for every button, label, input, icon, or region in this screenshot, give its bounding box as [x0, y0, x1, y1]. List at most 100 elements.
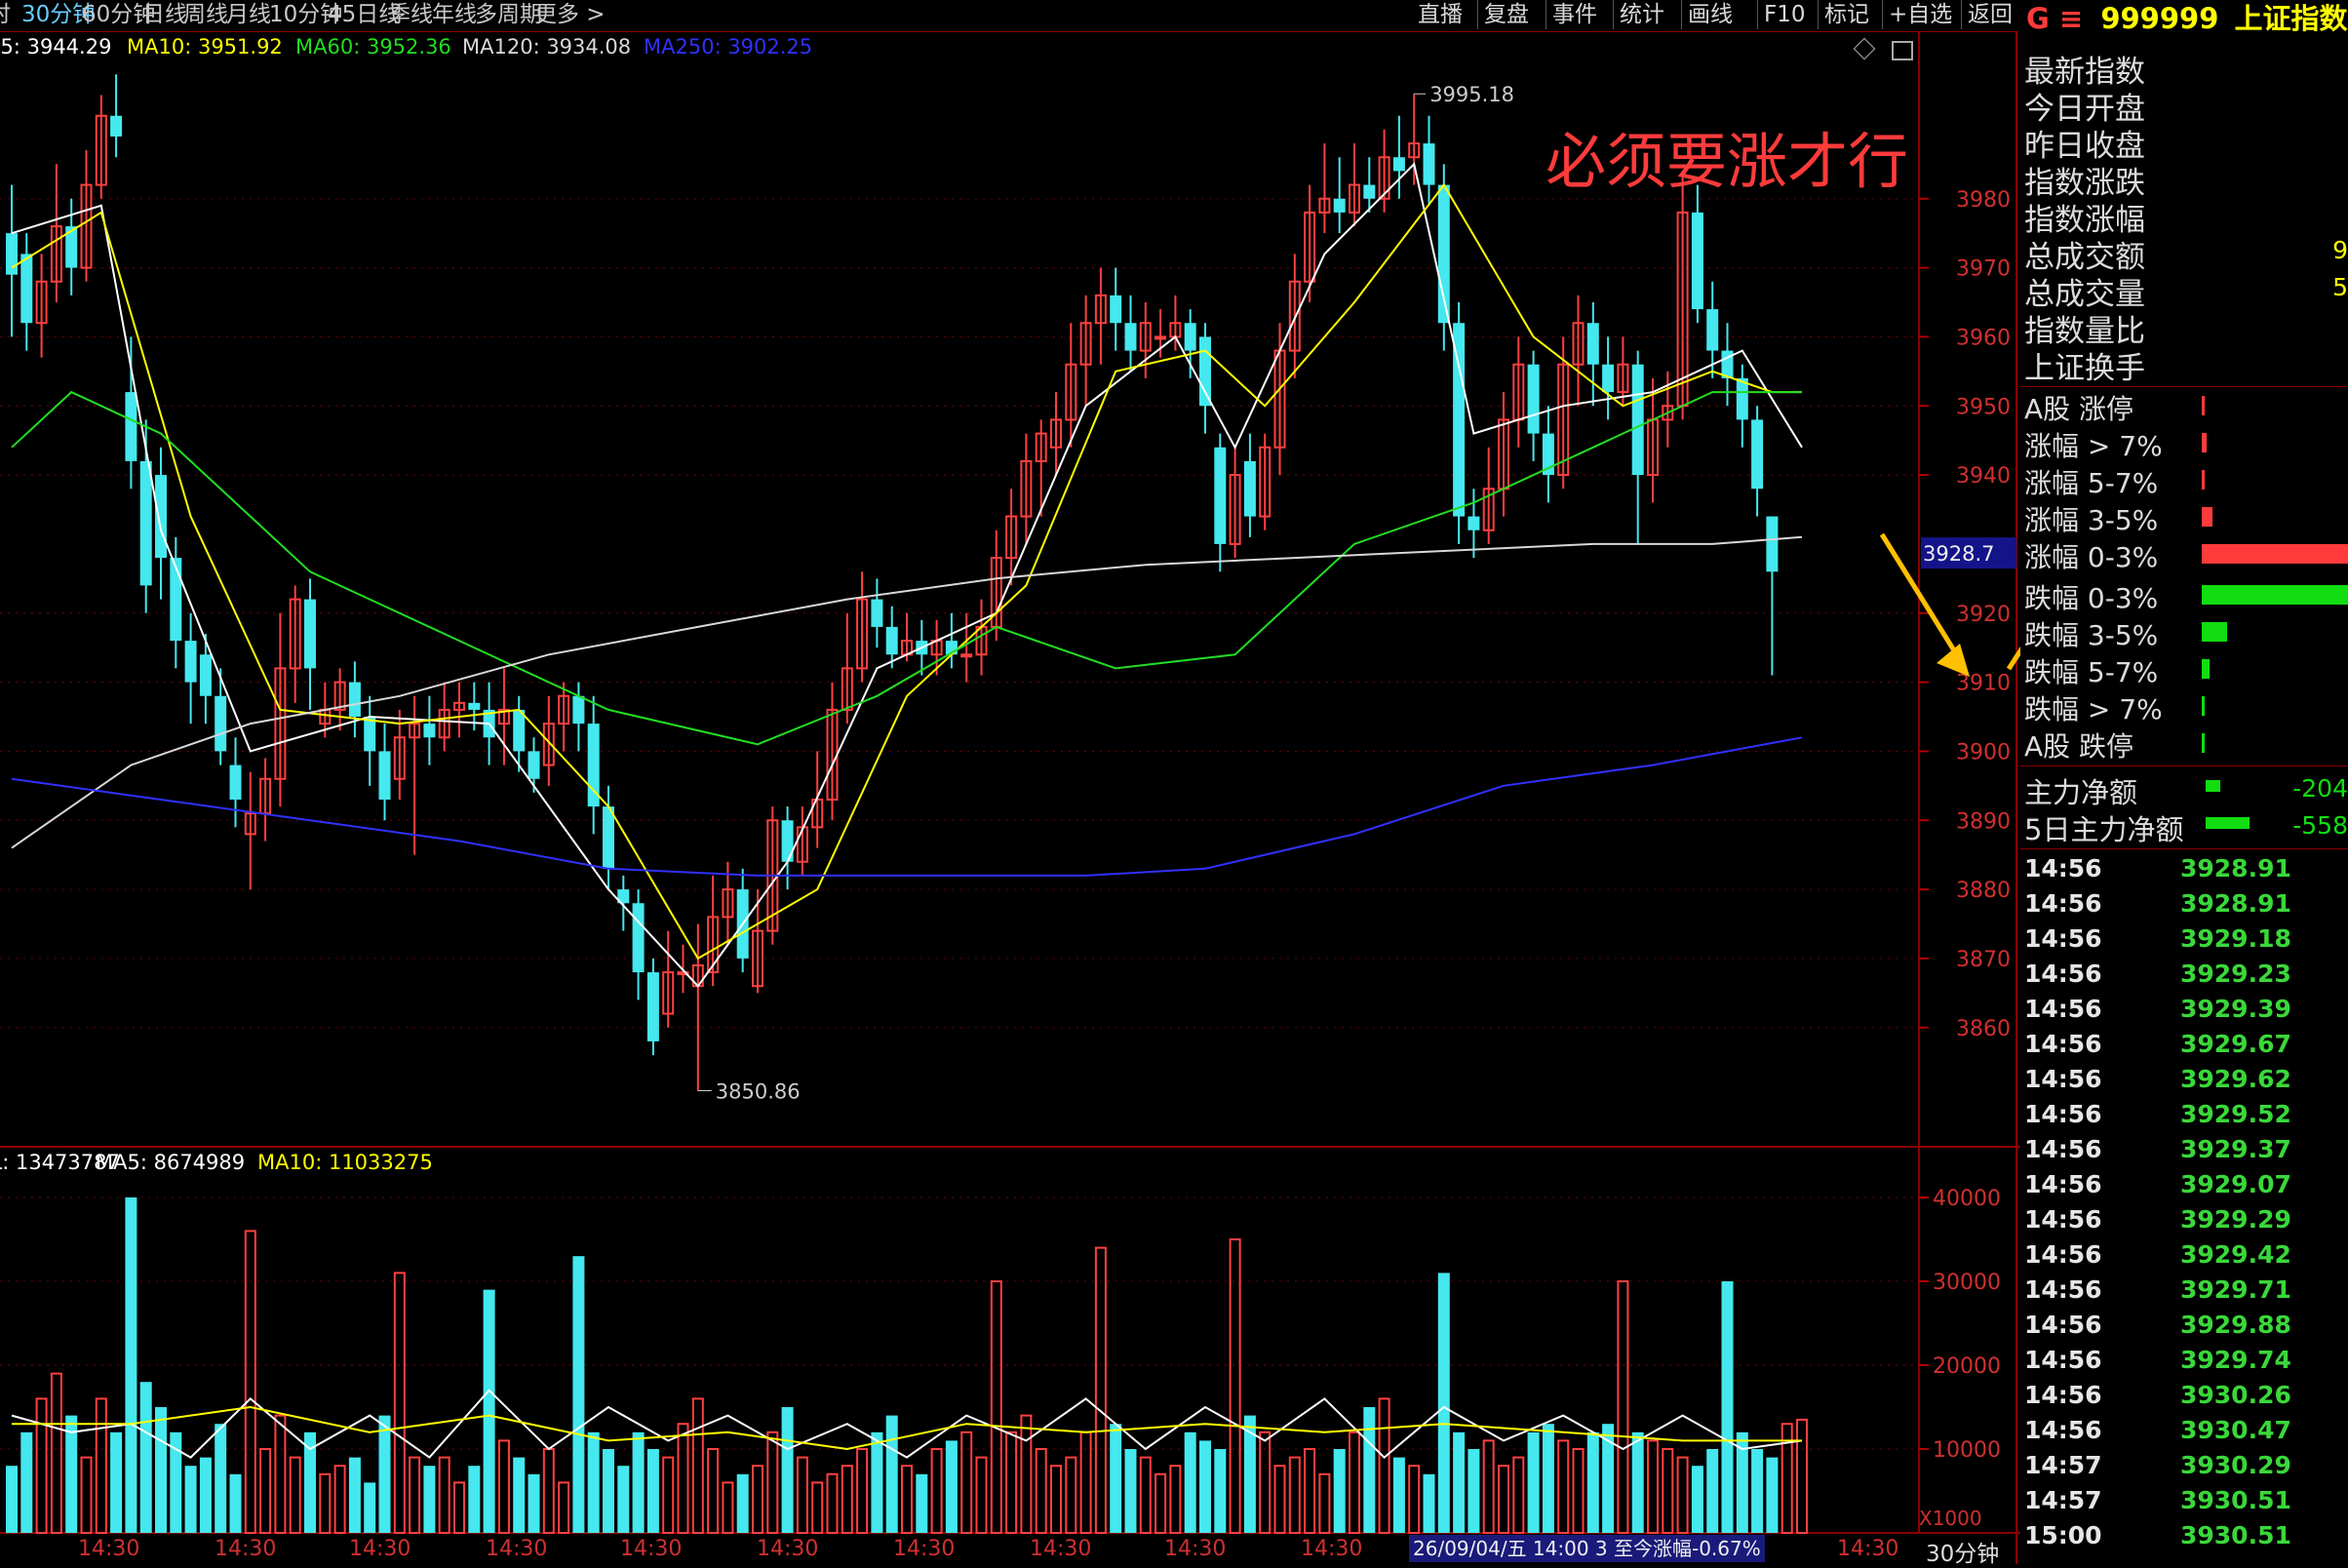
- price-chart[interactable]: 3860 3870 3880 3890 3900 3910 3920 3940 3950 3960…: [0, 0, 2020, 1564]
- dist-row-label: 涨幅 0-3%: [2024, 541, 2159, 573]
- volume-bar: [1139, 1456, 1152, 1534]
- candle-body: [364, 717, 376, 752]
- volume-bar: [95, 1397, 107, 1535]
- tick-price: 3929.74: [2180, 1346, 2291, 1374]
- volume-bar: [916, 1473, 928, 1533]
- volume-bar: [975, 1456, 988, 1534]
- divider: [2020, 765, 2348, 766]
- candle-body: [423, 724, 436, 738]
- volume-bar: [274, 1414, 287, 1534]
- volume-bar: [244, 1230, 256, 1535]
- tick-time: 14:56: [2024, 995, 2102, 1023]
- candle-body: [184, 641, 197, 683]
- tick-time: 14:56: [2024, 1346, 2102, 1374]
- volume-bar: [603, 1449, 614, 1533]
- y-tick-label: 3900: [1956, 740, 2011, 764]
- volume-bar: [558, 1481, 570, 1535]
- x-tick-label: 14:30: [349, 1537, 411, 1561]
- volume-bar: [766, 1431, 779, 1535]
- flow-label: 主力净额: [2024, 776, 2138, 809]
- dist-bar: [2202, 470, 2205, 490]
- volume-bar: [1094, 1246, 1107, 1534]
- volume-bar: [125, 1197, 137, 1533]
- quote-code-prefix: G ≡: [2026, 2, 2084, 35]
- volume-bar: [871, 1431, 883, 1533]
- volume-bar: [1751, 1449, 1764, 1533]
- candle-body: [170, 558, 182, 642]
- volume-bar: [1199, 1440, 1211, 1533]
- info-label: 上证换手: [2024, 351, 2145, 386]
- dist-bar: [2202, 733, 2205, 753]
- dist-bar: [2202, 507, 2212, 527]
- volume-bar: [259, 1448, 272, 1534]
- tick-price: 3930.29: [2180, 1451, 2291, 1479]
- volume-bar: [348, 1457, 361, 1533]
- volume-bar: [468, 1466, 481, 1533]
- volume-bar: [1304, 1448, 1316, 1534]
- tick-time: 14:56: [2024, 1065, 2102, 1093]
- volume-bar: [199, 1457, 212, 1533]
- y-tick-label: 3960: [1956, 326, 2011, 350]
- volume-bar: [319, 1472, 332, 1535]
- divider: [2020, 386, 2348, 387]
- candle-body: [378, 751, 391, 800]
- candle-body: [1184, 323, 1196, 351]
- candle-body: [1691, 212, 1703, 310]
- volume-bar: [632, 1431, 645, 1533]
- flow-bar: [2206, 780, 2220, 792]
- candle-body: [20, 254, 33, 324]
- flow-bar: [2206, 817, 2250, 829]
- tick-time: 15:00: [2024, 1521, 2102, 1549]
- x-tick-label: 14:30: [1301, 1537, 1363, 1561]
- tick-time: 14:56: [2024, 1275, 2102, 1304]
- volume-bar: [1706, 1449, 1719, 1533]
- volume-bar: [453, 1481, 465, 1535]
- tick-time: 14:56: [2024, 1311, 2102, 1339]
- volume-bar: [1691, 1466, 1703, 1533]
- volume-bar: [1124, 1449, 1137, 1533]
- dist-row-label: 跌幅 5-7%: [2024, 656, 2159, 688]
- candle-body: [1736, 377, 1748, 420]
- dist-row-label: 涨幅 3-5%: [2024, 504, 2159, 536]
- volume-bar: [945, 1440, 958, 1533]
- volume-bar: [139, 1382, 152, 1533]
- volume-bar: [1482, 1439, 1495, 1535]
- candle-body: [304, 599, 316, 669]
- volume-bar: [1035, 1448, 1047, 1534]
- volume-bar: [483, 1289, 495, 1533]
- volume-bar: [1020, 1414, 1033, 1534]
- high-label: 3995.18: [1429, 83, 1514, 106]
- volume-bar: [1527, 1431, 1540, 1533]
- volume-bar: [677, 1423, 689, 1534]
- y-tick-label: 3980: [1956, 188, 2011, 213]
- quote-header[interactable]: G ≡ 999999 上证指数: [2020, 0, 2348, 39]
- y-tick-label: 3910: [1956, 672, 2011, 696]
- volume-bar: [1273, 1465, 1286, 1534]
- candle-body: [528, 751, 540, 779]
- x-tick-label: 14:30: [893, 1537, 956, 1561]
- info-value: 5: [2332, 273, 2348, 301]
- volume-bar: [1468, 1449, 1480, 1533]
- volume-bar: [1512, 1456, 1525, 1534]
- dist-bar: [2202, 696, 2205, 716]
- tick-price: 3929.37: [2180, 1135, 2291, 1163]
- tick-price: 3929.39: [2180, 995, 2291, 1023]
- dist-row-label: 跌幅 0-3%: [2024, 582, 2159, 614]
- y-tick-label: 3950: [1956, 395, 2011, 419]
- volume-bar: [1586, 1431, 1599, 1533]
- candle-body: [1333, 198, 1346, 213]
- volume-bar: [930, 1448, 943, 1534]
- volume-bar: [736, 1473, 749, 1533]
- candle-body: [139, 460, 152, 586]
- y-tick-label: 3920: [1956, 603, 2011, 627]
- volume-bar: [1542, 1424, 1554, 1533]
- tick-price: 3928.91: [2180, 889, 2291, 918]
- tick-time: 14:56: [2024, 960, 2102, 988]
- volume-bar: [155, 1407, 167, 1533]
- volume-bar: [50, 1372, 62, 1534]
- tick-price: 3929.29: [2180, 1205, 2291, 1234]
- volume-bar: [1662, 1448, 1674, 1534]
- candle-body: [1392, 157, 1405, 172]
- volume-bar: [572, 1256, 585, 1533]
- tick-price: 3930.51: [2180, 1521, 2291, 1549]
